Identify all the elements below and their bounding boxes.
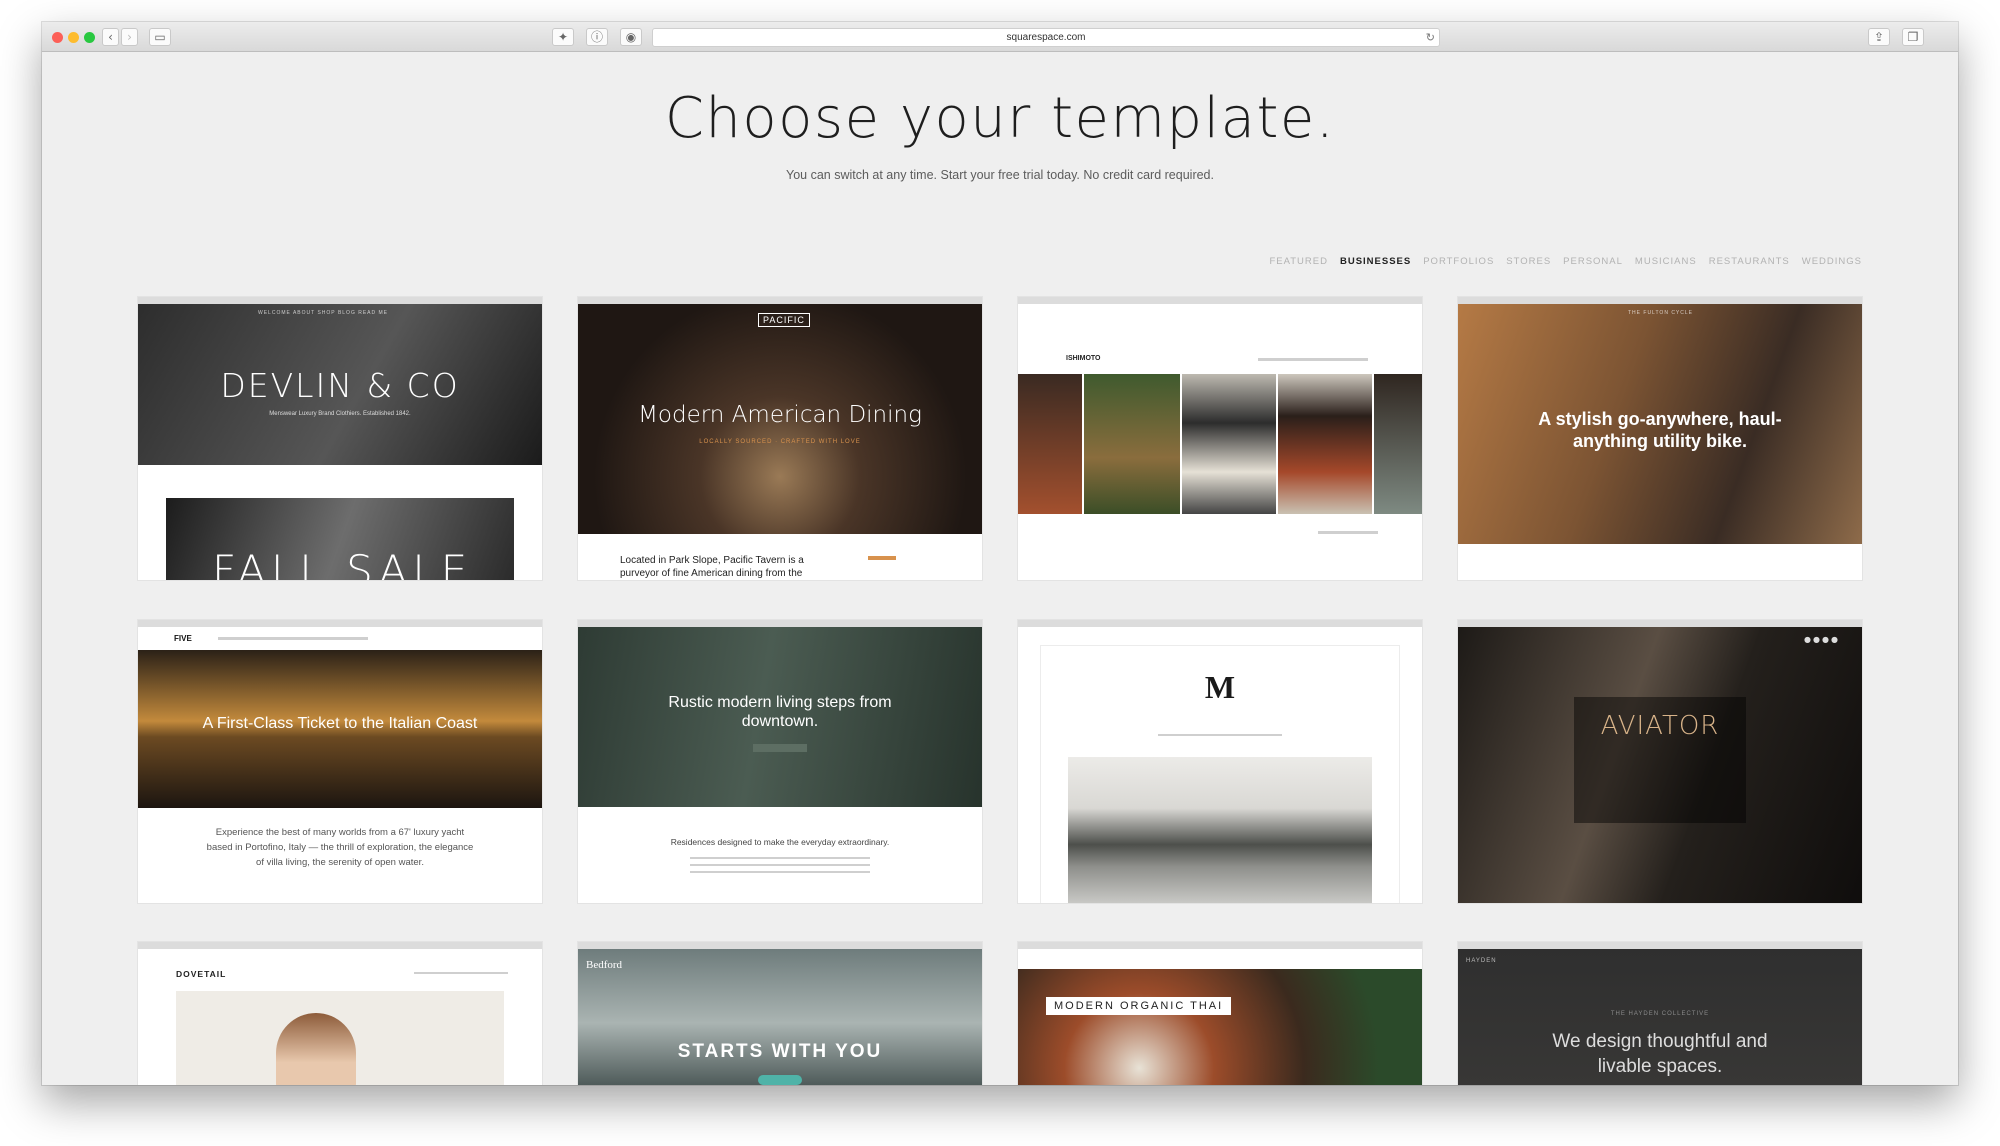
template-hero-image	[176, 991, 504, 1085]
template-card-devlin[interactable]: WELCOME ABOUT SHOP BLOG READ ME DEVLIN &…	[138, 297, 542, 580]
template-cta-button	[758, 1075, 802, 1085]
template-card-marta[interactable]: M	[1018, 620, 1422, 903]
template-title: DEVLIN & CO	[220, 366, 460, 405]
template-footer	[1318, 531, 1378, 534]
template-logo: Bedford	[586, 959, 623, 971]
template-photo	[1278, 374, 1372, 514]
template-card-hayden[interactable]: HAYDEN THE HAYDEN COLLECTIVE We design t…	[1458, 942, 1862, 1085]
filter-personal[interactable]: PERSONAL	[1563, 256, 1623, 267]
template-headline: A stylish go-anywhere, haul-anything uti…	[1538, 409, 1782, 451]
template-photo	[1374, 374, 1422, 514]
page-subtitle: You can switch at any time. Start your f…	[786, 168, 1214, 182]
chevron-left-icon[interactable]: ‹	[102, 28, 119, 46]
template-nav: THE FULTON CYCLE	[1628, 310, 1693, 316]
template-body: Experience the best of many worlds from …	[206, 827, 474, 868]
template-card-bedford[interactable]: Bedford STARTS WITH YOU	[578, 942, 982, 1085]
template-kicker: THE HAYDEN COLLECTIVE	[1610, 1011, 1710, 1017]
filter-weddings[interactable]: WEDDINGS	[1802, 256, 1862, 267]
template-accent	[868, 556, 896, 560]
page-content: Choose your template. You can switch at …	[42, 53, 1958, 1085]
filter-businesses[interactable]: BUSINESSES	[1340, 256, 1411, 267]
filter-stores[interactable]: STORES	[1506, 256, 1551, 267]
template-banner-text: FALL SALE	[212, 546, 473, 580]
template-headline: We design thoughtful and livable spaces.	[1552, 1031, 1768, 1077]
template-card-rustic[interactable]: Rustic modern living steps from downtown…	[578, 620, 982, 903]
template-card-marquee[interactable]: MODERN ORGANIC THAI	[1018, 942, 1422, 1085]
template-hero-image	[1068, 757, 1372, 903]
template-cta-button	[753, 744, 807, 752]
reload-icon[interactable]: ↻	[1426, 29, 1435, 46]
template-headline: MODERN ORGANIC THAI	[1046, 997, 1232, 1015]
template-card-pacific[interactable]: PACIFIC Modern American Dining LOCALLY S…	[578, 297, 982, 580]
filter-portfolios[interactable]: PORTFOLIOS	[1423, 256, 1494, 267]
template-body-lines	[690, 857, 870, 859]
social-icons: ●●●●	[1804, 635, 1840, 644]
template-logo: DOVETAIL	[176, 969, 227, 979]
template-body-lines	[690, 864, 870, 866]
template-nav	[1158, 734, 1282, 736]
chevron-right-icon[interactable]: ›	[121, 28, 138, 46]
template-hero-image	[578, 949, 982, 1085]
url-text: squarespace.com	[1006, 32, 1086, 43]
template-logo: ISHIMOTO	[1066, 355, 1101, 362]
template-photo-subject	[276, 1013, 356, 1085]
template-nav	[1258, 358, 1368, 361]
address-bar[interactable]: squarespace.com ↻	[652, 28, 1440, 47]
template-card-five[interactable]: FIVE A First-Class Ticket to the Italian…	[138, 620, 542, 903]
template-card-fulton[interactable]: THE FULTON CYCLE A stylish go-anywhere, …	[1458, 297, 1862, 580]
template-headline: STARTS WITH YOU	[677, 1041, 883, 1062]
template-photo	[1018, 374, 1082, 514]
template-logo: HAYDEN	[1466, 958, 1497, 964]
template-headline: A First-Class Ticket to the Italian Coas…	[202, 715, 478, 732]
template-logo: M	[1204, 669, 1236, 705]
minimize-window-button[interactable]	[68, 32, 79, 43]
template-nav	[414, 972, 508, 974]
browser-toolbar: ‹ › ▭ ✦ ⓘ ◉ squarespace.com ↻ ⇪ ❐	[42, 22, 1958, 52]
readlater-icon[interactable]: ◉	[620, 28, 642, 46]
template-card-ishimoto[interactable]: ISHIMOTO	[1018, 297, 1422, 580]
template-title: Modern American Dining	[638, 402, 922, 428]
template-hero-image	[1018, 969, 1422, 1085]
privacy-icon[interactable]: ⓘ	[586, 28, 608, 46]
zoom-window-button[interactable]	[84, 32, 95, 43]
template-body: Residences designed to make the everyday…	[670, 837, 890, 847]
template-photo	[1084, 374, 1180, 514]
template-tagline: Menswear Luxury Brand Clothiers. Establi…	[269, 411, 411, 417]
filter-restaurants[interactable]: RESTAURANTS	[1709, 256, 1790, 267]
tabs-icon[interactable]: ❐	[1902, 28, 1924, 46]
template-logo: PACIFIC	[758, 313, 810, 327]
filter-musicians[interactable]: MUSICIANS	[1635, 256, 1697, 267]
template-title: AVIATOR	[1600, 711, 1720, 741]
template-photo	[1182, 374, 1276, 514]
template-banner-image: FALL SALE	[166, 498, 514, 580]
template-nav	[218, 637, 368, 640]
template-card-dovetail[interactable]: DOVETAIL	[138, 942, 542, 1085]
template-tagline: LOCALLY SOURCED · CRAFTED WITH LOVE	[699, 439, 861, 445]
page-title: Choose your template.	[664, 86, 1336, 151]
template-body-lines	[690, 871, 870, 873]
share-icon[interactable]: ⇪	[1868, 28, 1890, 46]
category-filters: FEATURED BUSINESSES PORTFOLIOS STORES PE…	[1269, 256, 1862, 267]
browser-window: ‹ › ▭ ✦ ⓘ ◉ squarespace.com ↻ ⇪ ❐ Choose…	[42, 22, 1958, 1085]
template-logo: FIVE	[174, 634, 192, 643]
extension-icon[interactable]: ✦	[552, 28, 574, 46]
close-window-button[interactable]	[52, 32, 63, 43]
template-body: Located in Park Slope, Pacific Tavern is…	[620, 555, 804, 579]
template-card-aviator[interactable]: AVIATOR ●●●●	[1458, 620, 1862, 903]
template-nav: WELCOME ABOUT SHOP BLOG READ ME	[258, 310, 389, 316]
template-headline: Rustic modern living steps from downtown…	[668, 694, 892, 730]
filter-featured[interactable]: FEATURED	[1269, 256, 1328, 267]
sidebar-icon[interactable]: ▭	[149, 28, 171, 46]
